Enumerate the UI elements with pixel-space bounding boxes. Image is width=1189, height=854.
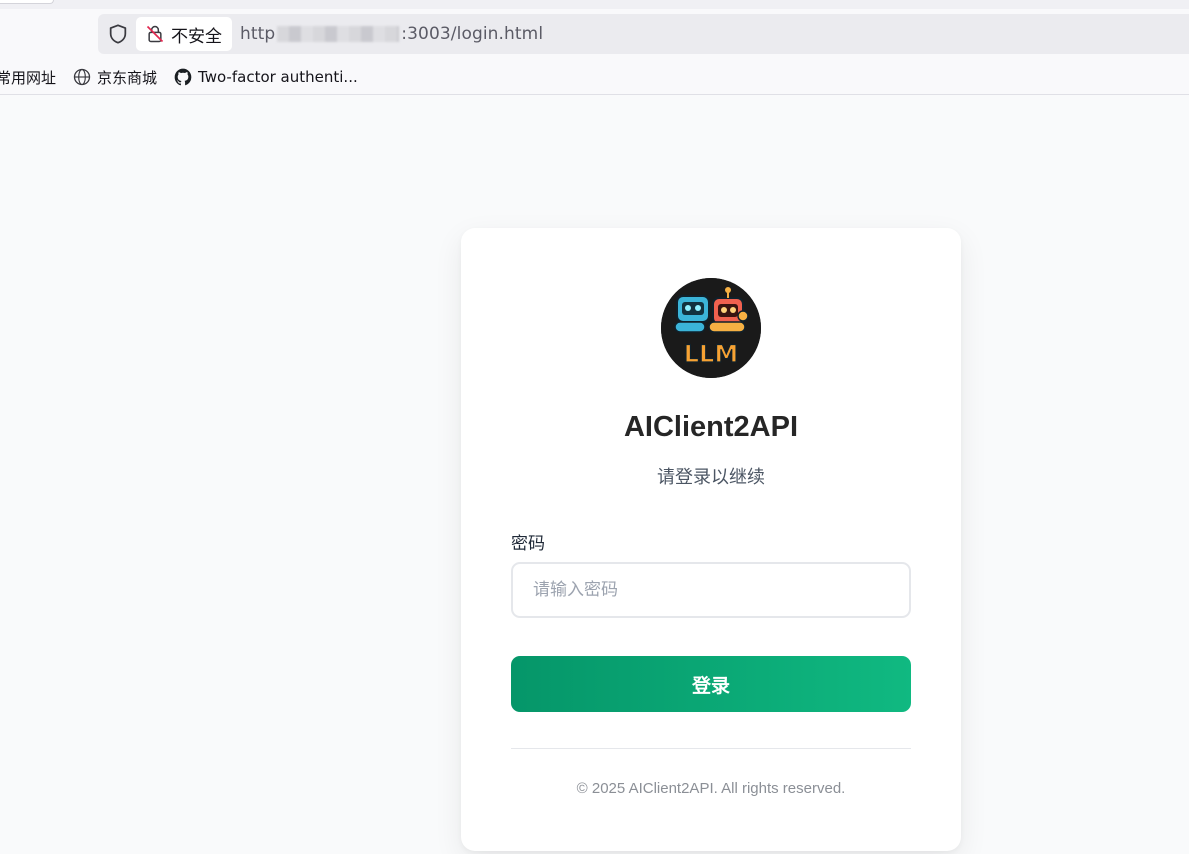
password-label: 密码 <box>511 534 545 554</box>
login-button[interactable]: 登录 <box>511 656 911 712</box>
bookmark-jd-mall[interactable]: 京东商城 <box>72 67 157 88</box>
login-subtitle: 请登录以继续 <box>657 467 765 488</box>
redacted-host <box>277 26 400 42</box>
bookmark-common-sites[interactable]: 常用网址 <box>0 67 56 88</box>
url-suffix: :3003/login.html <box>401 24 544 44</box>
globe-icon <box>73 68 91 86</box>
password-input[interactable] <box>511 562 911 618</box>
github-icon <box>174 68 192 86</box>
browser-tab[interactable] <box>0 0 54 4</box>
bookmark-label: Two-factor authenti... <box>198 68 358 86</box>
tracking-protection-shield-icon[interactable] <box>107 23 129 45</box>
app-logo: LLM <box>661 278 761 378</box>
login-card: LLM AIClient2API 请登录以继续 密码 登录 © 2025 AIC… <box>461 228 961 851</box>
bookmark-label: 京东商城 <box>97 68 158 87</box>
security-label: 不安全 <box>171 26 222 47</box>
footer-divider <box>511 748 911 749</box>
copyright-footer: © 2025 AIClient2API. All rights reserved… <box>576 780 846 797</box>
app-title: AIClient2API <box>623 411 799 443</box>
connection-not-secure-indicator[interactable]: 不安全 <box>136 17 232 51</box>
bookmarks-toolbar: 常用网址 京东商城 Two-factor authenti... <box>0 64 374 90</box>
browser-chrome: 不安全 http :3003/login.html 常用网址 京东商城 Two-… <box>0 0 1189 95</box>
url-text[interactable]: http :3003/login.html <box>240 22 543 46</box>
url-prefix: http <box>240 24 276 44</box>
insecure-lock-icon <box>146 25 164 43</box>
bookmark-label: 常用网址 <box>0 68 57 87</box>
logo-text: LLM <box>684 340 738 368</box>
tab-strip <box>0 0 1189 9</box>
bookmark-two-factor[interactable]: Two-factor authenti... <box>173 67 358 87</box>
robot-logo-icon: LLM <box>661 278 761 378</box>
